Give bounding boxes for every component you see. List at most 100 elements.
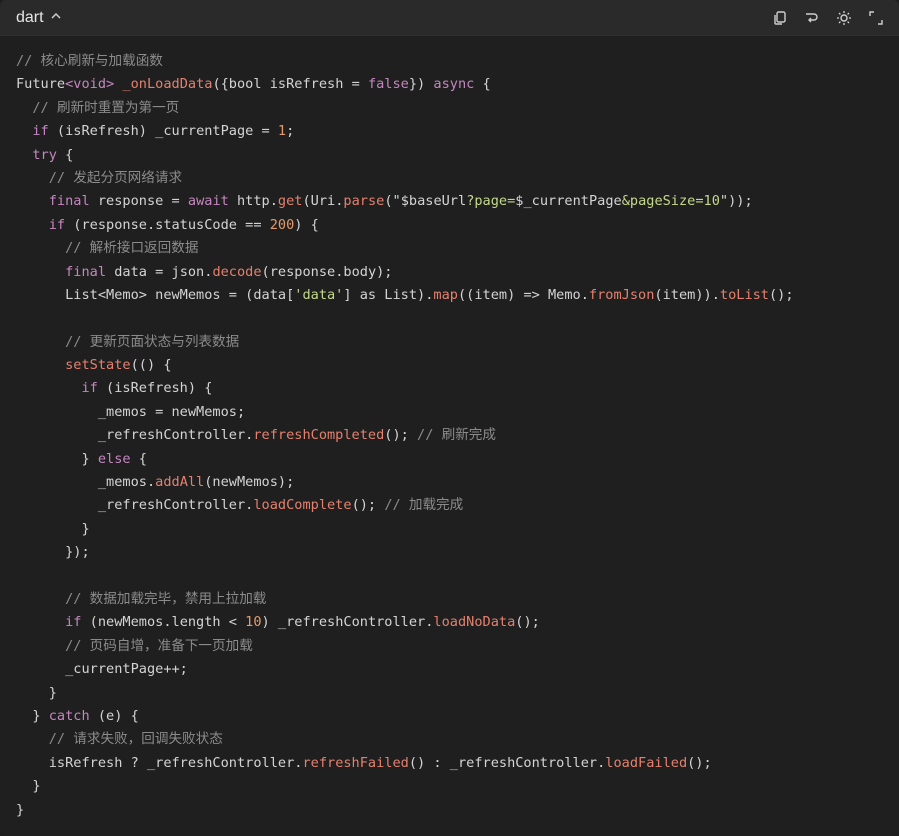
code-token: if — [16, 123, 49, 140]
code-token: } — [16, 707, 49, 724]
code-token: loadComplete — [253, 497, 352, 514]
code-token: _memos. — [16, 474, 156, 491]
code-token: 10 — [245, 614, 262, 631]
code-line: if (response.statusCode == 200) { — [16, 214, 899, 237]
code-line: // 刷新时重置为第一页 — [16, 97, 899, 120]
code-token: }) — [408, 76, 434, 93]
code-token: if — [16, 380, 98, 397]
code-token: loadNoData — [433, 614, 516, 631]
code-token: // 发起分页网络请求 — [16, 169, 183, 186]
code-token: loadFailed — [605, 754, 688, 771]
code-token: data = json. — [106, 263, 213, 280]
code-line: isRefresh ? _refreshController.refreshFa… — [16, 752, 899, 775]
code-token: (item)). — [654, 286, 720, 303]
code-token: } — [16, 778, 41, 795]
code-line: // 更新页面状态与列表数据 — [16, 331, 899, 354]
code-line: // 数据加载完毕，禁用上拉加载 — [16, 588, 899, 611]
code-token: (response.body); — [261, 263, 393, 280]
code-line: } — [16, 682, 899, 705]
code-token: (); — [384, 427, 418, 444]
code-token: else — [97, 450, 131, 467]
code-token: <Memo> newMemos = (data[ — [97, 286, 295, 303]
code-token: ) _refreshController. — [261, 614, 434, 631]
code-line: // 发起分页网络请求 — [16, 167, 899, 190]
code-token: (); — [687, 754, 712, 771]
code-token: ?page= — [466, 193, 516, 210]
code-token: 'data' — [294, 286, 344, 303]
code-token: fromJson — [588, 286, 655, 303]
code-token: false — [367, 76, 409, 93]
code-line: _refreshController.refreshCompleted(); /… — [16, 424, 899, 447]
code-token: response = — [89, 193, 188, 210]
code-token: ; — [286, 123, 295, 140]
code-token: { — [56, 146, 74, 163]
code-token: $baseUrl — [400, 193, 467, 210]
code-token: setState — [16, 357, 131, 374]
code-line: _memos = newMemos; — [16, 401, 899, 424]
theme-sun-icon[interactable] — [835, 9, 853, 27]
code-line: if (isRefresh) { — [16, 377, 899, 400]
code-line: _currentPage++; — [16, 658, 899, 681]
code-token: // 数据加载完毕，禁用上拉加载 — [16, 590, 267, 607]
copy-icon[interactable] — [771, 9, 789, 27]
code-token: refreshCompleted — [253, 427, 385, 444]
code-token: _memos = newMemos; — [16, 403, 246, 420]
code-token: (); — [769, 286, 794, 303]
code-token: ")); — [719, 193, 753, 210]
code-token: await — [187, 193, 229, 210]
code-line: if (isRefresh) _currentPage = 1; — [16, 120, 899, 143]
code-token: parse — [343, 193, 385, 210]
code-line: // 页码自增，准备下一页加载 — [16, 635, 899, 658]
code-line: } — [16, 518, 899, 541]
code-token: () : _refreshController. — [408, 754, 606, 771]
code-line: Future<void> _onLoadData({bool isRefresh… — [16, 73, 899, 96]
language-label: dart — [16, 8, 44, 26]
code-token: (response.statusCode == — [65, 216, 270, 233]
code-line: // 请求失败，回调失败状态 — [16, 728, 899, 751]
code-token: $_currentPage — [515, 193, 622, 210]
code-line: setState(() { — [16, 354, 899, 377]
code-line: List<Memo> newMemos = (data['data'] as L… — [16, 284, 899, 307]
code-line: _refreshController.loadComplete(); // 加载… — [16, 494, 899, 517]
code-content: // 核心刷新与加载函数 Future<void> _onLoadData({bo… — [0, 36, 899, 822]
code-token: (); — [515, 614, 540, 631]
code-token: // 解析接口返回数据 — [16, 240, 199, 257]
expand-icon[interactable] — [867, 9, 885, 27]
code-block: dart // 核心刷新与加载函数 Future<void> _onLoadDat… — [0, 0, 899, 836]
code-line: } catch (e) { — [16, 705, 899, 728]
code-token: _refreshController. — [16, 427, 254, 444]
code-token: (e) { — [89, 707, 139, 724]
language-collapse-toggle[interactable]: dart — [16, 9, 62, 27]
code-token: (" — [384, 193, 401, 210]
code-line: try { — [16, 144, 899, 167]
code-token: 200 — [269, 216, 295, 233]
code-token: // 加载完成 — [384, 497, 464, 514]
code-token: Future — [16, 76, 66, 93]
code-token: (); — [351, 497, 385, 514]
code-token: // 更新页面状态与列表数据 — [16, 333, 240, 350]
code-token: (newMemos.length < — [81, 614, 246, 631]
code-token: }); — [16, 544, 90, 561]
code-token: ({bool isRefresh = — [212, 76, 368, 93]
code-token: map — [433, 286, 458, 303]
code-line: // 核心刷新与加载函数 — [16, 50, 899, 73]
code-token: &pageSize=10 — [621, 193, 720, 210]
code-line: final response = await http.get(Uri.pars… — [16, 190, 899, 213]
code-token: decode — [212, 263, 262, 280]
code-token: List — [16, 286, 98, 303]
code-token: // 核心刷新与加载函数 — [16, 53, 163, 69]
code-toolbar — [771, 9, 885, 27]
code-line: } else { — [16, 448, 899, 471]
code-token: http. — [228, 193, 278, 210]
code-token: } — [16, 520, 90, 537]
code-token: if — [16, 614, 82, 631]
code-token: { — [130, 450, 147, 467]
chevron-up-icon — [50, 9, 62, 27]
code-token: catch — [48, 707, 90, 724]
code-line: } — [16, 799, 899, 822]
code-line: }); — [16, 541, 899, 564]
code-token: final — [16, 263, 107, 280]
code-token: (newMemos); — [204, 474, 295, 491]
wrap-icon[interactable] — [803, 9, 821, 27]
